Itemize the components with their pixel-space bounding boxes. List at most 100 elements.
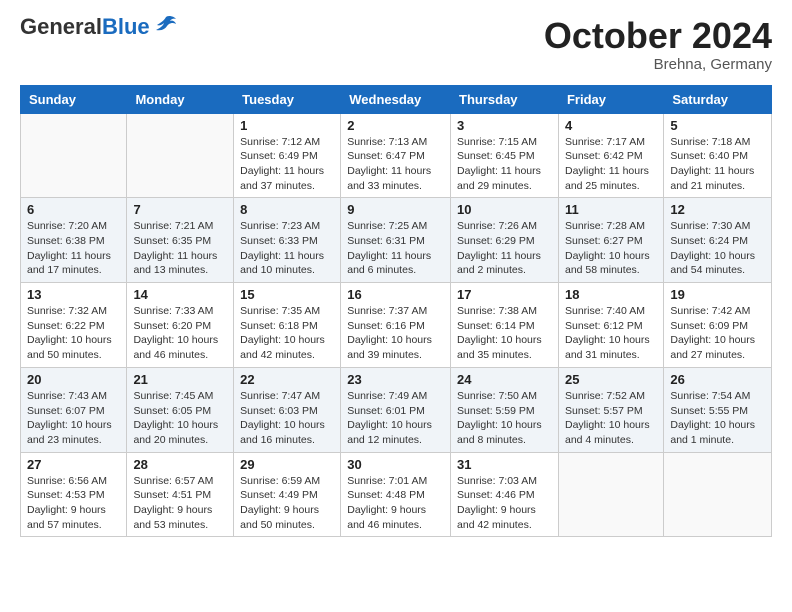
table-row: 3 Sunrise: 7:15 AM Sunset: 6:45 PM Daylig… — [451, 113, 559, 198]
day-detail: Sunrise: 7:45 AM Sunset: 6:05 PM Dayligh… — [133, 389, 227, 448]
day-detail: Sunrise: 7:17 AM Sunset: 6:42 PM Dayligh… — [565, 135, 657, 194]
day-detail: Sunrise: 7:50 AM Sunset: 5:59 PM Dayligh… — [457, 389, 552, 448]
logo-general: General — [20, 14, 102, 39]
day-detail: Sunrise: 7:43 AM Sunset: 6:07 PM Dayligh… — [27, 389, 120, 448]
table-row: 21 Sunrise: 7:45 AM Sunset: 6:05 PM Dayli… — [127, 367, 234, 452]
table-row: 29Sunrise: 6:59 AM Sunset: 4:49 PM Dayli… — [234, 452, 341, 537]
table-row: 24 Sunrise: 7:50 AM Sunset: 5:59 PM Dayli… — [451, 367, 559, 452]
day-number: 21 — [133, 372, 227, 387]
day-detail: Sunrise: 7:49 AM Sunset: 6:01 PM Dayligh… — [347, 389, 444, 448]
day-number: 2 — [347, 118, 444, 133]
day-detail: Sunrise: 7:42 AM Sunset: 6:09 PM Dayligh… — [670, 304, 765, 363]
day-detail: Sunrise: 7:20 AM Sunset: 6:38 PM Dayligh… — [27, 219, 120, 278]
day-number: 7 — [133, 202, 227, 217]
day-number: 31 — [457, 457, 552, 472]
day-detail: Sunrise: 7:12 AM Sunset: 6:49 PM Dayligh… — [240, 135, 334, 194]
calendar-week-row: 27Sunrise: 6:56 AM Sunset: 4:53 PM Dayli… — [21, 452, 772, 537]
table-row: 20 Sunrise: 7:43 AM Sunset: 6:07 PM Dayli… — [21, 367, 127, 452]
day-number: 4 — [565, 118, 657, 133]
day-number: 25 — [565, 372, 657, 387]
table-row: 31Sunrise: 7:03 AM Sunset: 4:46 PM Dayli… — [451, 452, 559, 537]
day-number: 20 — [27, 372, 120, 387]
calendar-page: GeneralBlue October 2024 Brehna, Germany… — [0, 0, 792, 553]
day-detail: Sunrise: 7:18 AM Sunset: 6:40 PM Dayligh… — [670, 135, 765, 194]
day-number: 10 — [457, 202, 552, 217]
table-row: 23Sunrise: 7:49 AM Sunset: 6:01 PM Dayli… — [341, 367, 451, 452]
table-row: 12 Sunrise: 7:30 AM Sunset: 6:24 PM Dayli… — [664, 198, 772, 283]
day-number: 5 — [670, 118, 765, 133]
day-number: 17 — [457, 287, 552, 302]
calendar-week-row: 1 Sunrise: 7:12 AM Sunset: 6:49 PM Daylig… — [21, 113, 772, 198]
col-friday: Friday — [558, 85, 663, 113]
col-sunday: Sunday — [21, 85, 127, 113]
day-number: 14 — [133, 287, 227, 302]
table-row — [21, 113, 127, 198]
day-number: 19 — [670, 287, 765, 302]
table-row: 16 Sunrise: 7:37 AM Sunset: 6:16 PM Dayli… — [341, 283, 451, 368]
day-detail: Sunrise: 7:35 AM Sunset: 6:18 PM Dayligh… — [240, 304, 334, 363]
col-saturday: Saturday — [664, 85, 772, 113]
header: GeneralBlue October 2024 Brehna, Germany — [20, 16, 772, 73]
day-detail: Sunrise: 7:38 AM Sunset: 6:14 PM Dayligh… — [457, 304, 552, 363]
table-row: 25 Sunrise: 7:52 AM Sunset: 5:57 PM Dayli… — [558, 367, 663, 452]
day-detail: Sunrise: 7:52 AM Sunset: 5:57 PM Dayligh… — [565, 389, 657, 448]
logo-blue: Blue — [102, 14, 150, 39]
day-number: 16 — [347, 287, 444, 302]
day-number: 12 — [670, 202, 765, 217]
day-number: 9 — [347, 202, 444, 217]
day-number: 6 — [27, 202, 120, 217]
calendar-table: Sunday Monday Tuesday Wednesday Thursday… — [20, 85, 772, 538]
day-detail: Sunrise: 7:28 AM Sunset: 6:27 PM Dayligh… — [565, 219, 657, 278]
col-tuesday: Tuesday — [234, 85, 341, 113]
day-number: 24 — [457, 372, 552, 387]
table-row: 6 Sunrise: 7:20 AM Sunset: 6:38 PM Daylig… — [21, 198, 127, 283]
table-row: 4 Sunrise: 7:17 AM Sunset: 6:42 PM Daylig… — [558, 113, 663, 198]
table-row — [127, 113, 234, 198]
day-detail: Sunrise: 7:47 AM Sunset: 6:03 PM Dayligh… — [240, 389, 334, 448]
day-detail: Sunrise: 7:30 AM Sunset: 6:24 PM Dayligh… — [670, 219, 765, 278]
table-row: 26Sunrise: 7:54 AM Sunset: 5:55 PM Dayli… — [664, 367, 772, 452]
table-row: 10 Sunrise: 7:26 AM Sunset: 6:29 PM Dayli… — [451, 198, 559, 283]
day-detail: Sunrise: 7:25 AM Sunset: 6:31 PM Dayligh… — [347, 219, 444, 278]
table-row: 11 Sunrise: 7:28 AM Sunset: 6:27 PM Dayli… — [558, 198, 663, 283]
day-detail: Sunrise: 7:33 AM Sunset: 6:20 PM Dayligh… — [133, 304, 227, 363]
table-row: 1 Sunrise: 7:12 AM Sunset: 6:49 PM Daylig… — [234, 113, 341, 198]
day-number: 15 — [240, 287, 334, 302]
table-row: 27Sunrise: 6:56 AM Sunset: 4:53 PM Dayli… — [21, 452, 127, 537]
day-number: 3 — [457, 118, 552, 133]
table-row: 30 Sunrise: 7:01 AM Sunset: 4:48 PM Dayli… — [341, 452, 451, 537]
day-number: 22 — [240, 372, 334, 387]
logo-text: GeneralBlue — [20, 16, 150, 38]
location: Brehna, Germany — [544, 56, 772, 73]
table-row — [664, 452, 772, 537]
day-number: 30 — [347, 457, 444, 472]
table-row: 9 Sunrise: 7:25 AM Sunset: 6:31 PM Daylig… — [341, 198, 451, 283]
day-detail: Sunrise: 7:54 AM Sunset: 5:55 PM Dayligh… — [670, 389, 765, 448]
day-number: 11 — [565, 202, 657, 217]
day-detail: Sunrise: 7:01 AM Sunset: 4:48 PM Dayligh… — [347, 474, 444, 533]
col-thursday: Thursday — [451, 85, 559, 113]
col-wednesday: Wednesday — [341, 85, 451, 113]
table-row: 2Sunrise: 7:13 AM Sunset: 6:47 PM Daylig… — [341, 113, 451, 198]
day-detail: Sunrise: 7:40 AM Sunset: 6:12 PM Dayligh… — [565, 304, 657, 363]
table-row — [558, 452, 663, 537]
day-number: 1 — [240, 118, 334, 133]
table-row: 14 Sunrise: 7:33 AM Sunset: 6:20 PM Dayli… — [127, 283, 234, 368]
month-year: October 2024 — [544, 16, 772, 56]
day-detail: Sunrise: 7:15 AM Sunset: 6:45 PM Dayligh… — [457, 135, 552, 194]
table-row: 5 Sunrise: 7:18 AM Sunset: 6:40 PM Daylig… — [664, 113, 772, 198]
table-row: 13Sunrise: 7:32 AM Sunset: 6:22 PM Dayli… — [21, 283, 127, 368]
day-detail: Sunrise: 7:26 AM Sunset: 6:29 PM Dayligh… — [457, 219, 552, 278]
table-row: 15 Sunrise: 7:35 AM Sunset: 6:18 PM Dayli… — [234, 283, 341, 368]
logo-bird-icon — [154, 15, 178, 35]
day-detail: Sunrise: 7:37 AM Sunset: 6:16 PM Dayligh… — [347, 304, 444, 363]
calendar-header-row: Sunday Monday Tuesday Wednesday Thursday… — [21, 85, 772, 113]
calendar-week-row: 13Sunrise: 7:32 AM Sunset: 6:22 PM Dayli… — [21, 283, 772, 368]
day-detail: Sunrise: 7:21 AM Sunset: 6:35 PM Dayligh… — [133, 219, 227, 278]
table-row: 8Sunrise: 7:23 AM Sunset: 6:33 PM Daylig… — [234, 198, 341, 283]
table-row: 7 Sunrise: 7:21 AM Sunset: 6:35 PM Daylig… — [127, 198, 234, 283]
calendar-week-row: 20 Sunrise: 7:43 AM Sunset: 6:07 PM Dayli… — [21, 367, 772, 452]
table-row: 22 Sunrise: 7:47 AM Sunset: 6:03 PM Dayli… — [234, 367, 341, 452]
table-row: 28Sunrise: 6:57 AM Sunset: 4:51 PM Dayli… — [127, 452, 234, 537]
day-detail: Sunrise: 7:23 AM Sunset: 6:33 PM Dayligh… — [240, 219, 334, 278]
